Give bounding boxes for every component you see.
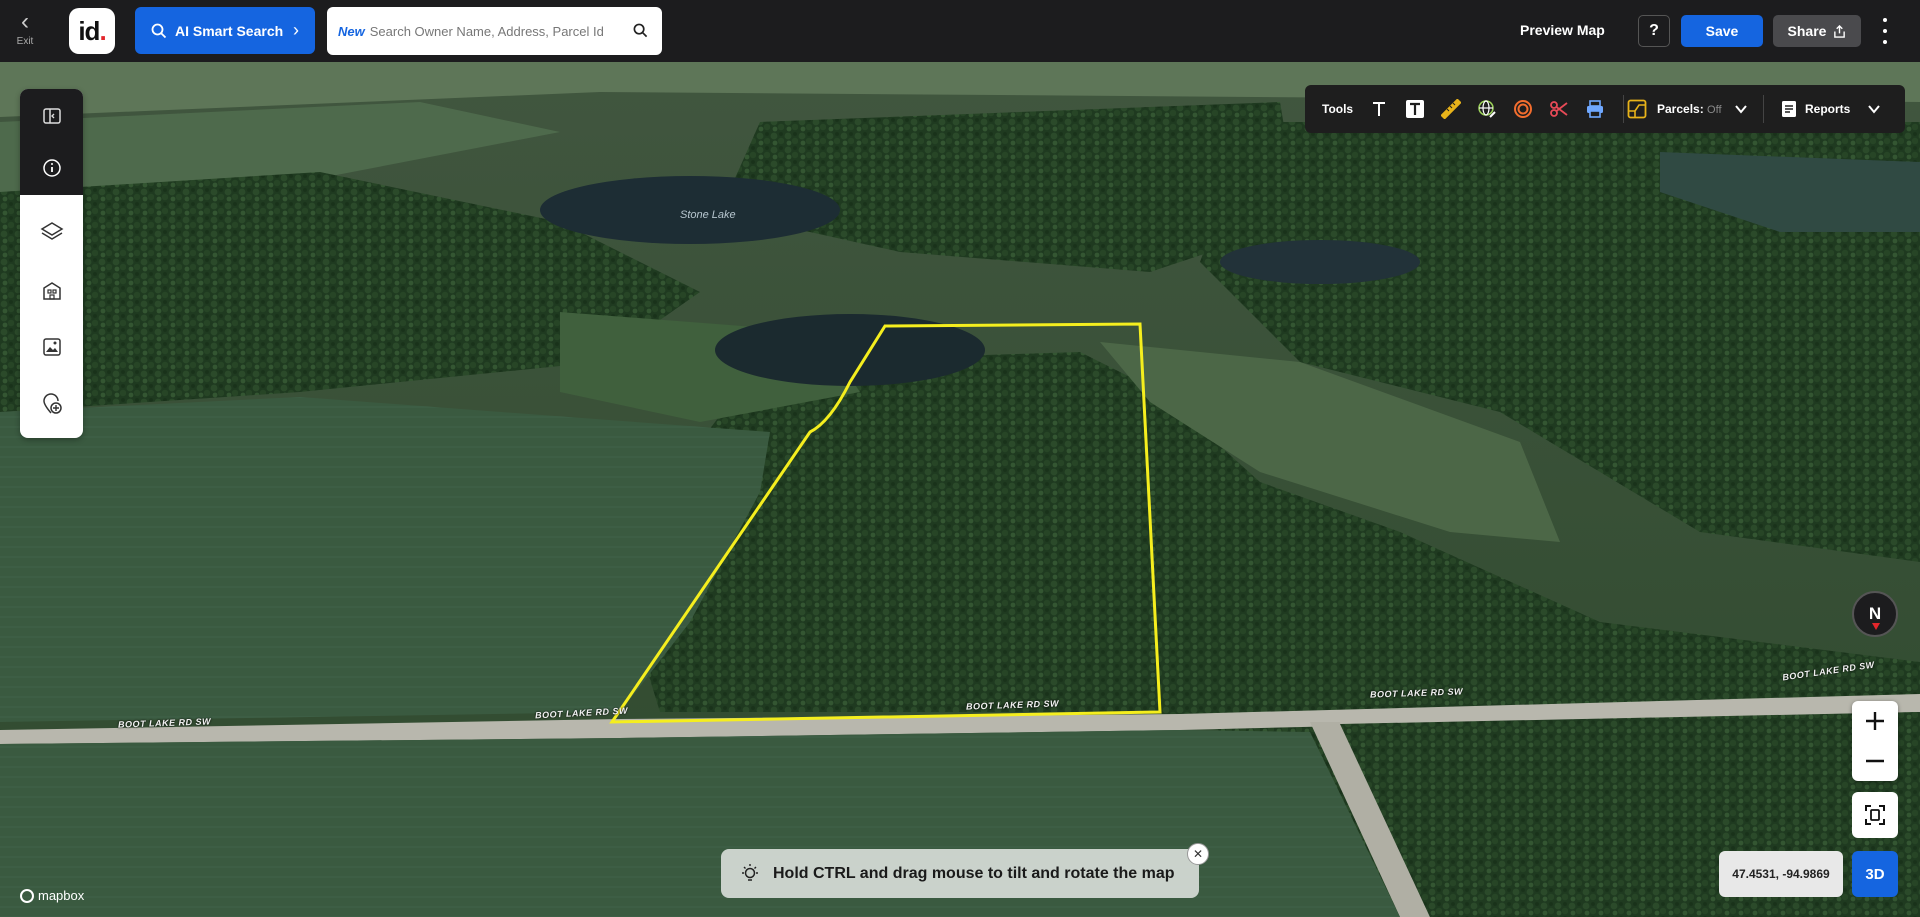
add-location-button[interactable] bbox=[20, 379, 83, 429]
text-tool-button[interactable] bbox=[1367, 97, 1391, 121]
globe-edit-icon bbox=[1478, 100, 1496, 118]
hint-text: Hold CTRL and drag mouse to tilt and rot… bbox=[773, 864, 1175, 882]
text-box-tool-button[interactable] bbox=[1403, 97, 1427, 121]
reports-button[interactable] bbox=[1777, 97, 1801, 121]
globe-edit-tool-button[interactable] bbox=[1475, 97, 1499, 121]
save-button[interactable]: Save bbox=[1681, 15, 1763, 47]
mapbox-label: mapbox bbox=[38, 888, 85, 903]
reports-dropdown-button[interactable] bbox=[1862, 97, 1886, 121]
chevron-right-icon: › bbox=[293, 20, 299, 40]
logo-text: id bbox=[78, 15, 100, 46]
chevron-left-icon: ‹ bbox=[21, 8, 29, 35]
mapbox-logo-icon bbox=[20, 888, 34, 903]
layers-icon bbox=[40, 222, 63, 240]
lake-label: Stone Lake bbox=[680, 209, 736, 221]
parcels-state: Off bbox=[1707, 104, 1722, 116]
share-icon bbox=[1834, 24, 1846, 38]
zoom-controls bbox=[1852, 701, 1898, 781]
parcels-dropdown-button[interactable] bbox=[1729, 97, 1753, 121]
close-icon: ✕ bbox=[1192, 847, 1204, 861]
toolbar-divider bbox=[1623, 95, 1624, 123]
buildings-button[interactable] bbox=[20, 265, 83, 315]
buffer-tool-button[interactable] bbox=[1511, 97, 1535, 121]
preview-map-button[interactable]: Preview Map bbox=[1520, 22, 1605, 38]
hint-toast: Hold CTRL and drag mouse to tilt and rot… bbox=[721, 849, 1199, 898]
new-badge: New bbox=[338, 23, 365, 39]
info-icon bbox=[42, 159, 61, 177]
parcel-map-icon bbox=[1627, 99, 1647, 119]
chevron-down-icon bbox=[1735, 105, 1747, 114]
parcels-label-text: Parcels: bbox=[1657, 102, 1704, 116]
info-button[interactable] bbox=[20, 143, 83, 193]
hint-close-button[interactable]: ✕ bbox=[1187, 843, 1209, 865]
zoom-in-button[interactable] bbox=[1852, 701, 1898, 741]
parcels-label: Parcels: Off bbox=[1657, 102, 1722, 116]
share-label: Share bbox=[1787, 23, 1827, 39]
toolbar-divider bbox=[1763, 95, 1764, 123]
map-canvas[interactable]: Stone Lake BOOT LAKE RD SW BOOT LAKE RD … bbox=[0, 62, 1920, 917]
search-box: New bbox=[327, 7, 662, 55]
top-bar: ‹ Exit id. AI Smart Search › New Preview… bbox=[0, 0, 1920, 62]
coordinates-display: 47.4531, -94.9869 bbox=[1719, 851, 1843, 897]
logo-dot: . bbox=[99, 15, 106, 46]
app-logo[interactable]: id. bbox=[69, 8, 115, 54]
fit-bounds-button[interactable] bbox=[1852, 792, 1898, 838]
imagery-button[interactable] bbox=[20, 322, 83, 372]
zoom-out-button[interactable] bbox=[1852, 741, 1898, 781]
help-button[interactable]: ? bbox=[1638, 15, 1670, 47]
tools-label: Tools bbox=[1322, 102, 1354, 116]
compass-button[interactable]: N bbox=[1852, 591, 1898, 637]
search-input[interactable] bbox=[369, 23, 630, 39]
reports-icon bbox=[1782, 101, 1796, 117]
more-options-icon[interactable] bbox=[1880, 18, 1890, 44]
scissors-icon bbox=[1550, 101, 1568, 117]
image-gallery-icon bbox=[42, 338, 61, 356]
mapbox-attribution[interactable]: mapbox bbox=[20, 888, 84, 903]
text-box-icon bbox=[1406, 100, 1424, 118]
buffer-rings-icon bbox=[1514, 100, 1532, 118]
ai-smart-search-button[interactable]: AI Smart Search › bbox=[135, 7, 315, 54]
parcels-toggle-button[interactable] bbox=[1625, 97, 1649, 121]
plus-icon bbox=[1866, 712, 1884, 730]
compass-needle-icon bbox=[1872, 623, 1880, 630]
lightbulb-icon bbox=[742, 864, 758, 881]
exit-label: Exit bbox=[16, 36, 34, 47]
exit-button[interactable]: ‹ Exit bbox=[10, 10, 40, 52]
ai-smart-search-label: AI Smart Search bbox=[175, 22, 284, 39]
chevron-down-icon bbox=[1868, 105, 1880, 114]
buildings-icon bbox=[42, 282, 61, 300]
tools-toolbar: Tools Parcels: Off Reports bbox=[1305, 85, 1905, 133]
text-icon bbox=[1373, 102, 1385, 116]
search-icon bbox=[151, 23, 167, 38]
search-icon[interactable] bbox=[633, 23, 648, 38]
fit-bounds-icon bbox=[1865, 805, 1885, 825]
layers-button[interactable] bbox=[20, 207, 83, 257]
satellite-imagery bbox=[0, 62, 1920, 917]
print-icon bbox=[1587, 100, 1603, 118]
left-sidebar bbox=[20, 89, 83, 438]
toggle-3d-button[interactable]: 3D bbox=[1852, 851, 1898, 897]
collapse-panel-button[interactable] bbox=[20, 91, 83, 141]
minus-icon bbox=[1866, 759, 1884, 763]
ruler-icon bbox=[1441, 99, 1461, 119]
share-button[interactable]: Share bbox=[1773, 15, 1861, 47]
compass-north-label: N bbox=[1868, 604, 1882, 623]
split-tool-button[interactable] bbox=[1547, 97, 1571, 121]
measure-tool-button[interactable] bbox=[1439, 97, 1463, 121]
reports-label: Reports bbox=[1805, 102, 1851, 116]
add-location-icon bbox=[42, 393, 62, 414]
collapse-panel-icon bbox=[42, 108, 61, 124]
print-tool-button[interactable] bbox=[1583, 97, 1607, 121]
